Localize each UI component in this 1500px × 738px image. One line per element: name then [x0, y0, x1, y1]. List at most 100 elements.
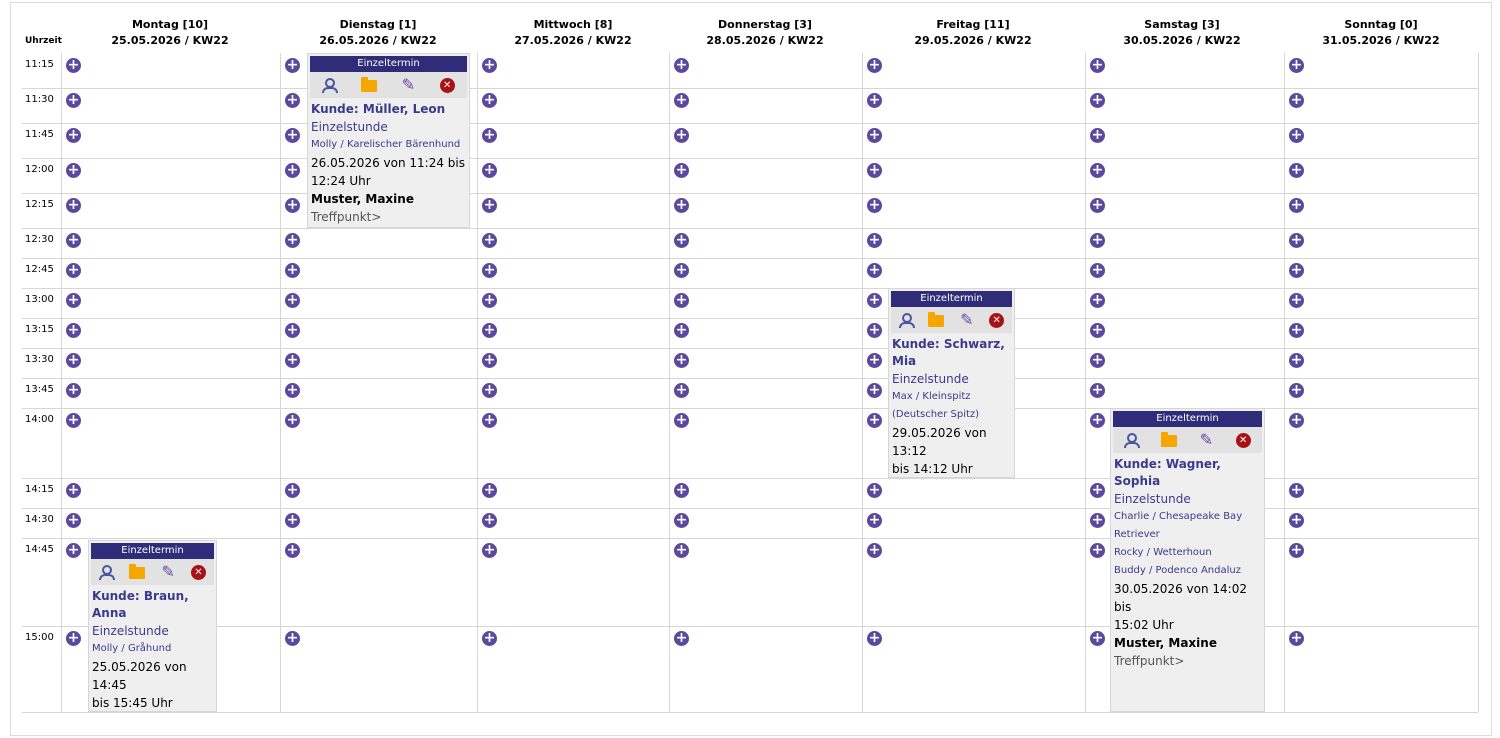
- add-appointment-button[interactable]: +: [1289, 543, 1304, 558]
- add-appointment-button[interactable]: +: [1090, 323, 1105, 338]
- appointment-card[interactable]: Einzeltermin ✎ ✕ Kunde: Müller, Leon Einzels…: [307, 53, 470, 228]
- add-appointment-button[interactable]: +: [867, 513, 882, 528]
- add-appointment-button[interactable]: +: [1289, 93, 1304, 108]
- add-appointment-button[interactable]: +: [1090, 128, 1105, 143]
- add-appointment-button[interactable]: +: [66, 293, 81, 308]
- cancel-icon[interactable]: ✕: [439, 77, 455, 93]
- user-icon[interactable]: [322, 78, 339, 93]
- add-appointment-button[interactable]: +: [867, 323, 882, 338]
- add-appointment-button[interactable]: +: [867, 413, 882, 428]
- day-header[interactable]: Montag [10] 25.05.2026 / KW22: [75, 17, 265, 49]
- add-appointment-button[interactable]: +: [285, 323, 300, 338]
- add-appointment-button[interactable]: +: [285, 483, 300, 498]
- appointment-card[interactable]: Einzeltermin ✎ ✕ Kunde: Braun, Anna Einzelst…: [88, 540, 217, 712]
- add-appointment-button[interactable]: +: [285, 413, 300, 428]
- appointment-meeting-point[interactable]: Treffpunkt>: [310, 208, 467, 226]
- add-appointment-button[interactable]: +: [1090, 263, 1105, 278]
- add-appointment-button[interactable]: +: [867, 198, 882, 213]
- add-appointment-button[interactable]: +: [66, 128, 81, 143]
- add-appointment-button[interactable]: +: [482, 233, 497, 248]
- add-appointment-button[interactable]: +: [867, 483, 882, 498]
- folder-icon[interactable]: [360, 77, 377, 92]
- add-appointment-button[interactable]: +: [66, 163, 81, 178]
- add-appointment-button[interactable]: +: [66, 198, 81, 213]
- cancel-icon[interactable]: ✕: [989, 312, 1005, 328]
- add-appointment-button[interactable]: +: [1289, 513, 1304, 528]
- add-appointment-button[interactable]: +: [482, 293, 497, 308]
- add-appointment-button[interactable]: +: [66, 483, 81, 498]
- appointment-card[interactable]: Einzeltermin ✎ ✕ Kunde: Schwarz, Mia Einzels…: [888, 288, 1015, 478]
- day-header[interactable]: Dienstag [1] 26.05.2026 / KW22: [283, 17, 473, 49]
- add-appointment-button[interactable]: +: [674, 293, 689, 308]
- add-appointment-button[interactable]: +: [1090, 198, 1105, 213]
- add-appointment-button[interactable]: +: [285, 353, 300, 368]
- appointment-customer[interactable]: Kunde: Müller, Leon: [310, 101, 467, 118]
- add-appointment-button[interactable]: +: [1090, 631, 1105, 646]
- add-appointment-button[interactable]: +: [482, 483, 497, 498]
- add-appointment-button[interactable]: +: [1090, 483, 1105, 498]
- add-appointment-button[interactable]: +: [867, 293, 882, 308]
- day-header[interactable]: Sonntag [0] 31.05.2026 / KW22: [1286, 17, 1476, 49]
- add-appointment-button[interactable]: +: [482, 93, 497, 108]
- add-appointment-button[interactable]: +: [867, 128, 882, 143]
- edit-icon[interactable]: ✎: [1200, 432, 1213, 448]
- add-appointment-button[interactable]: +: [66, 413, 81, 428]
- user-icon[interactable]: [1124, 433, 1141, 448]
- add-appointment-button[interactable]: +: [867, 93, 882, 108]
- add-appointment-button[interactable]: +: [285, 93, 300, 108]
- add-appointment-button[interactable]: +: [1289, 128, 1304, 143]
- add-appointment-button[interactable]: +: [1090, 293, 1105, 308]
- add-appointment-button[interactable]: +: [674, 128, 689, 143]
- add-appointment-button[interactable]: +: [1090, 543, 1105, 558]
- add-appointment-button[interactable]: +: [1090, 383, 1105, 398]
- add-appointment-button[interactable]: +: [285, 233, 300, 248]
- edit-icon[interactable]: ✎: [960, 312, 973, 328]
- add-appointment-button[interactable]: +: [285, 543, 300, 558]
- add-appointment-button[interactable]: +: [1289, 323, 1304, 338]
- user-icon[interactable]: [898, 313, 915, 328]
- add-appointment-button[interactable]: +: [1289, 353, 1304, 368]
- day-header[interactable]: Samstag [3] 30.05.2026 / KW22: [1087, 17, 1277, 49]
- add-appointment-button[interactable]: +: [1289, 263, 1304, 278]
- appointment-customer[interactable]: Kunde: Braun, Anna: [91, 588, 214, 622]
- add-appointment-button[interactable]: +: [674, 631, 689, 646]
- add-appointment-button[interactable]: +: [482, 263, 497, 278]
- add-appointment-button[interactable]: +: [1090, 163, 1105, 178]
- add-appointment-button[interactable]: +: [1090, 353, 1105, 368]
- add-appointment-button[interactable]: +: [1090, 413, 1105, 428]
- add-appointment-button[interactable]: +: [482, 383, 497, 398]
- add-appointment-button[interactable]: +: [285, 128, 300, 143]
- add-appointment-button[interactable]: +: [66, 233, 81, 248]
- add-appointment-button[interactable]: +: [1289, 413, 1304, 428]
- day-header[interactable]: Mittwoch [8] 27.05.2026 / KW22: [478, 17, 668, 49]
- add-appointment-button[interactable]: +: [66, 631, 81, 646]
- appointment-meeting-point[interactable]: Treffpunkt>: [1113, 652, 1262, 670]
- add-appointment-button[interactable]: +: [482, 323, 497, 338]
- cancel-icon[interactable]: ✕: [190, 564, 206, 580]
- add-appointment-button[interactable]: +: [285, 631, 300, 646]
- appointment-customer[interactable]: Kunde: Schwarz, Mia: [891, 336, 1012, 370]
- add-appointment-button[interactable]: +: [1289, 483, 1304, 498]
- add-appointment-button[interactable]: +: [674, 543, 689, 558]
- add-appointment-button[interactable]: +: [285, 293, 300, 308]
- add-appointment-button[interactable]: +: [285, 58, 300, 73]
- add-appointment-button[interactable]: +: [285, 513, 300, 528]
- add-appointment-button[interactable]: +: [1289, 383, 1304, 398]
- add-appointment-button[interactable]: +: [867, 58, 882, 73]
- add-appointment-button[interactable]: +: [674, 198, 689, 213]
- add-appointment-button[interactable]: +: [674, 163, 689, 178]
- add-appointment-button[interactable]: +: [674, 513, 689, 528]
- user-icon[interactable]: [99, 565, 116, 580]
- folder-icon[interactable]: [928, 312, 945, 327]
- add-appointment-button[interactable]: +: [1289, 58, 1304, 73]
- day-header[interactable]: Donnerstag [3] 28.05.2026 / KW22: [670, 17, 860, 49]
- add-appointment-button[interactable]: +: [66, 513, 81, 528]
- add-appointment-button[interactable]: +: [66, 383, 81, 398]
- add-appointment-button[interactable]: +: [867, 543, 882, 558]
- folder-icon[interactable]: [129, 564, 146, 579]
- add-appointment-button[interactable]: +: [482, 543, 497, 558]
- add-appointment-button[interactable]: +: [867, 631, 882, 646]
- add-appointment-button[interactable]: +: [482, 128, 497, 143]
- add-appointment-button[interactable]: +: [1090, 93, 1105, 108]
- add-appointment-button[interactable]: +: [867, 233, 882, 248]
